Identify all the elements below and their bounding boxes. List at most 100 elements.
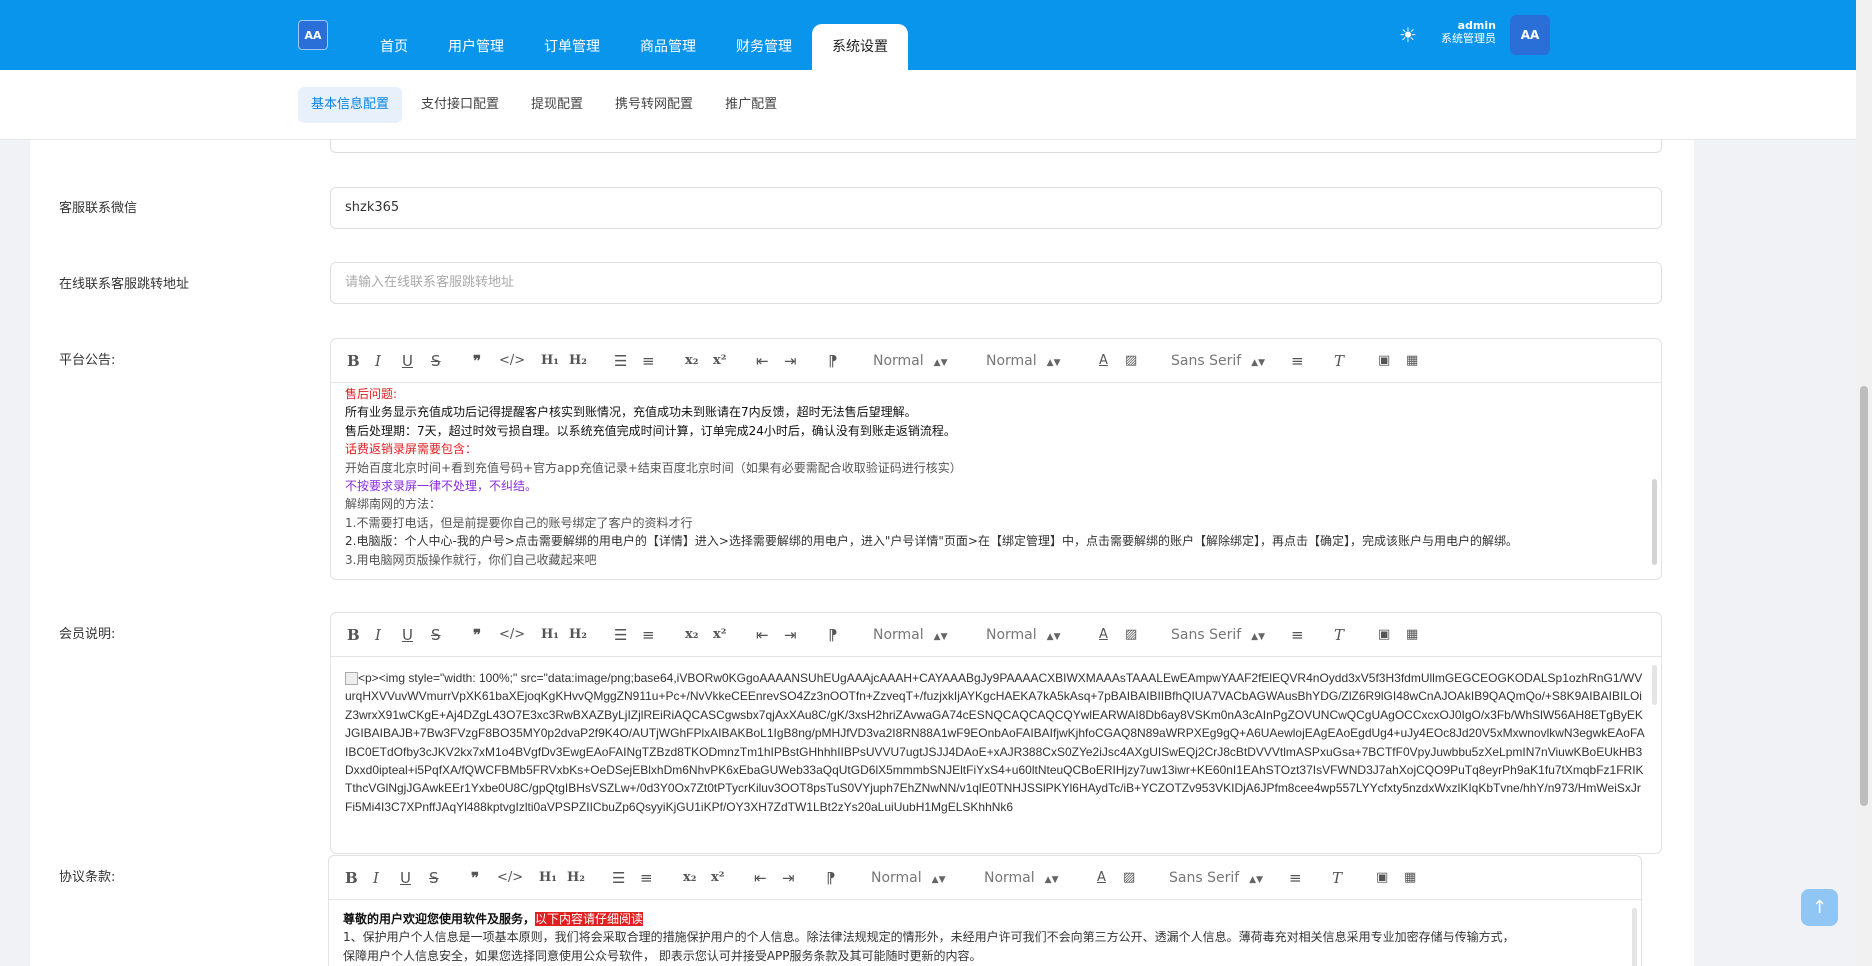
blockquote-button[interactable]: ❞	[471, 869, 479, 887]
blockquote-button[interactable]: ❞	[473, 352, 481, 370]
previous-field-bottom[interactable]	[330, 140, 1662, 153]
font-select[interactable]: Sans Serif ▲▼	[1169, 869, 1263, 889]
page-scrollbar-thumb[interactable]	[1860, 386, 1868, 806]
h1-button[interactable]: H₁	[539, 869, 557, 887]
bold-button[interactable]: B	[347, 352, 360, 370]
align-icon[interactable]: ≡	[1289, 869, 1302, 887]
code-button[interactable]: </>	[499, 626, 525, 644]
tab-payment[interactable]: 支付接口配置	[408, 87, 512, 123]
bullet-list-icon[interactable]: ≡	[640, 869, 653, 887]
strike-button[interactable]: S	[429, 869, 439, 887]
agreement-scrollbar[interactable]	[1632, 908, 1637, 966]
ordered-list-icon[interactable]: ☰	[614, 626, 627, 644]
italic-button[interactable]: I	[373, 869, 379, 887]
strike-button[interactable]: S	[431, 626, 441, 644]
subscript-button[interactable]: x₂	[683, 869, 696, 887]
tab-promotion[interactable]: 推广配置	[712, 87, 790, 123]
user-info[interactable]: admin 系统管理员	[1430, 20, 1496, 46]
nav-home[interactable]: 首页	[360, 24, 428, 70]
underline-button[interactable]: U	[400, 869, 411, 887]
member-scrollbar[interactable]	[1652, 665, 1657, 705]
header-select[interactable]: Normal ▲▼	[873, 352, 948, 372]
h2-button[interactable]: H₂	[569, 626, 587, 644]
blockquote-button[interactable]: ❞	[473, 626, 481, 644]
image-icon[interactable]: ▣	[1378, 626, 1390, 644]
font-color-icon[interactable]: A	[1099, 352, 1108, 370]
notice-scrollbar[interactable]	[1652, 479, 1657, 565]
clear-format-icon[interactable]: T	[1334, 626, 1344, 644]
subscript-button[interactable]: x₂	[685, 626, 698, 644]
agreement-content[interactable]: 尊敬的用户欢迎您使用软件及服务，以下内容请仔细阅读 1、保护用户个人信息是一项基…	[329, 900, 1641, 966]
notice-editor[interactable]: B I U S ❞ </> H₁ H₂ ☰ ≡ x₂ x² ⇤ ⇥ ⁋ Norm…	[330, 338, 1662, 580]
superscript-button[interactable]: x²	[711, 869, 724, 887]
app-logo[interactable]: AA	[298, 20, 328, 50]
outdent-icon[interactable]: ⇤	[756, 352, 769, 370]
underline-button[interactable]: U	[402, 352, 413, 370]
nav-settings[interactable]: 系统设置	[812, 24, 908, 70]
italic-button[interactable]: I	[375, 352, 381, 370]
font-color-icon[interactable]: A	[1097, 869, 1106, 887]
bullet-list-icon[interactable]: ≡	[642, 352, 655, 370]
superscript-button[interactable]: x²	[713, 626, 726, 644]
agreement-editor[interactable]: B I U S ❞ </> H₁ H₂ ☰ ≡ x₂ x² ⇤ ⇥ ⁋ Norm…	[328, 855, 1642, 966]
background-color-icon[interactable]: ▨	[1125, 352, 1137, 370]
text-direction-icon[interactable]: ⁋	[828, 352, 838, 370]
size-select[interactable]: Normal ▲▼	[986, 352, 1061, 372]
background-color-icon[interactable]: ▨	[1125, 626, 1137, 644]
clear-format-icon[interactable]: T	[1332, 869, 1342, 887]
h2-button[interactable]: H₂	[567, 869, 585, 887]
tab-withdraw[interactable]: 提现配置	[518, 87, 596, 123]
font-select[interactable]: Sans Serif ▲▼	[1171, 352, 1265, 372]
align-icon[interactable]: ≡	[1291, 626, 1304, 644]
size-select[interactable]: Normal ▲▼	[986, 626, 1061, 646]
image-icon[interactable]: ▣	[1378, 352, 1390, 370]
arrow-up-icon[interactable]: ↑	[1801, 889, 1838, 926]
h1-button[interactable]: H₁	[541, 626, 559, 644]
font-select[interactable]: Sans Serif ▲▼	[1171, 626, 1265, 646]
video-icon[interactable]: ▦	[1406, 352, 1418, 370]
nav-users[interactable]: 用户管理	[428, 24, 524, 70]
font-color-icon[interactable]: A	[1099, 626, 1108, 644]
bullet-list-icon[interactable]: ≡	[642, 626, 655, 644]
video-icon[interactable]: ▦	[1404, 869, 1416, 887]
image-icon[interactable]: ▣	[1376, 869, 1388, 887]
background-color-icon[interactable]: ▨	[1123, 869, 1135, 887]
online-service-input[interactable]: 请输入在线联系客服跳转地址	[330, 262, 1662, 304]
header-select[interactable]: Normal ▲▼	[873, 626, 948, 646]
nav-products[interactable]: 商品管理	[620, 24, 716, 70]
sun-icon[interactable]: ☀	[1397, 24, 1419, 46]
avatar[interactable]: AA	[1510, 15, 1550, 55]
tab-number-porting[interactable]: 携号转网配置	[602, 87, 706, 123]
align-icon[interactable]: ≡	[1291, 352, 1304, 370]
outdent-icon[interactable]: ⇤	[754, 869, 767, 887]
underline-button[interactable]: U	[402, 626, 413, 644]
subscript-button[interactable]: x₂	[685, 352, 698, 370]
bold-button[interactable]: B	[345, 869, 358, 887]
italic-button[interactable]: I	[375, 626, 381, 644]
tab-basic-info[interactable]: 基本信息配置	[298, 87, 403, 123]
h1-button[interactable]: H₁	[541, 352, 559, 370]
clear-format-icon[interactable]: T	[1334, 352, 1344, 370]
size-select[interactable]: Normal ▲▼	[984, 869, 1059, 889]
member-editor[interactable]: B I U S ❞ </> H₁ H₂ ☰ ≡ x₂ x² ⇤ ⇥ ⁋ Norm…	[330, 612, 1662, 854]
notice-content[interactable]: 售后问题: 所有业务显示充值成功后记得提醒客户核实到账情况，充值成功未到账请在7…	[331, 383, 1661, 579]
h2-button[interactable]: H₂	[569, 352, 587, 370]
header-select[interactable]: Normal ▲▼	[871, 869, 946, 889]
indent-icon[interactable]: ⇥	[784, 626, 797, 644]
indent-icon[interactable]: ⇥	[782, 869, 795, 887]
strike-button[interactable]: S	[431, 352, 441, 370]
nav-orders[interactable]: 订单管理	[524, 24, 620, 70]
text-direction-icon[interactable]: ⁋	[826, 869, 836, 887]
wechat-input[interactable]: shzk365	[330, 187, 1662, 229]
member-content[interactable]: <p><img style="width: 100%;" src="data:i…	[331, 657, 1661, 853]
ordered-list-icon[interactable]: ☰	[614, 352, 627, 370]
superscript-button[interactable]: x²	[713, 352, 726, 370]
outdent-icon[interactable]: ⇤	[756, 626, 769, 644]
video-icon[interactable]: ▦	[1406, 626, 1418, 644]
text-direction-icon[interactable]: ⁋	[828, 626, 838, 644]
nav-finance[interactable]: 财务管理	[716, 24, 812, 70]
ordered-list-icon[interactable]: ☰	[612, 869, 625, 887]
code-button[interactable]: </>	[497, 869, 523, 887]
indent-icon[interactable]: ⇥	[784, 352, 797, 370]
bold-button[interactable]: B	[347, 626, 360, 644]
